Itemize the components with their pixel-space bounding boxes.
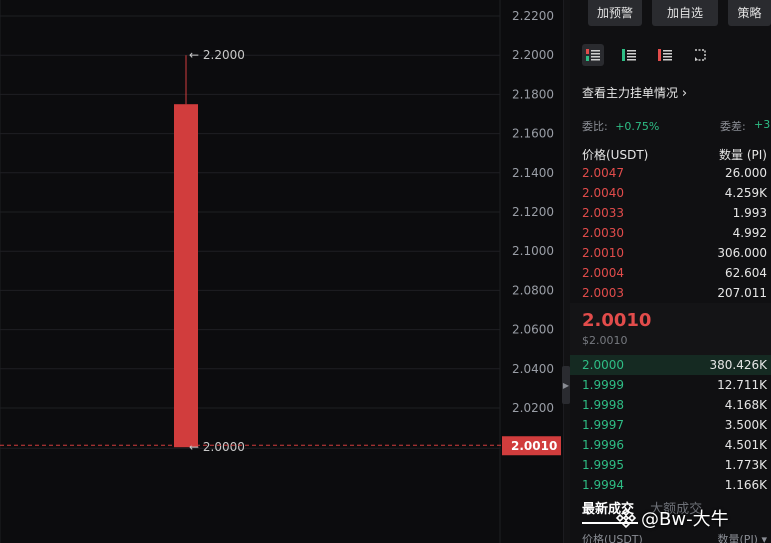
mid-price-usd: $2.0010: [582, 334, 628, 347]
collapse-panel-handle[interactable]: ▶: [562, 366, 570, 404]
high-price-marker: ← 2.2000: [189, 48, 245, 62]
ask-row[interactable]: 2.0040 4.259K: [570, 183, 771, 203]
ask-price: 2.0004: [582, 266, 624, 280]
bid-row[interactable]: 1.9994 1.166K: [570, 475, 771, 495]
low-price-marker: ← 2.0000: [189, 440, 245, 454]
bid-qty: 4.168K: [724, 398, 767, 412]
ask-qty: 4.992: [732, 226, 767, 240]
price-axis-label: 2.0800: [512, 283, 554, 297]
price-axis-label: 2.2000: [512, 48, 554, 62]
orderbook-header: 价格(USDT) 数量 (PI): [582, 146, 767, 163]
ask-price: 2.0040: [582, 186, 624, 200]
watermark: @Bw-大牛: [615, 505, 729, 531]
bid-row[interactable]: 1.9995 1.773K: [570, 455, 771, 475]
price-axis-label: 2.0600: [512, 323, 554, 337]
view-both-icon[interactable]: [582, 44, 604, 66]
bid-price: 1.9996: [582, 438, 624, 452]
panel-separator: [563, 0, 570, 543]
ask-qty: 306.000: [717, 246, 767, 260]
ask-row[interactable]: 2.0047 26.000: [570, 163, 771, 183]
bid-qty: 1.773K: [724, 458, 767, 472]
ask-qty: 4.259K: [724, 186, 767, 200]
chevron-right-icon: ›: [681, 86, 688, 101]
ratio-label: 委比:: [582, 120, 608, 133]
ask-qty: 207.011: [717, 286, 767, 300]
view-bids-icon[interactable]: [618, 44, 640, 66]
chart-canvas[interactable]: 2.2200 2.2000 2.1800 2.1600 2.1400 2.1200 2.10…: [0, 0, 563, 543]
trades-price-header: 价格(USDT): [582, 533, 643, 543]
trades-header: 价格(USDT) 数量(PI) ▾: [582, 531, 767, 543]
ask-price: 2.0003: [582, 286, 624, 300]
candle-body: [174, 104, 198, 448]
price-header: 价格(USDT): [582, 148, 649, 162]
chevron-right-icon: ▶: [562, 380, 570, 390]
view-asks-icon[interactable]: [654, 44, 676, 66]
add-watchlist-button[interactable]: 加自选: [652, 0, 718, 26]
trades-qty-header[interactable]: 数量(PI) ▾: [718, 531, 767, 543]
add-alert-button[interactable]: 加预警: [588, 0, 642, 26]
ask-price: 2.0010: [582, 246, 624, 260]
bid-price: 1.9997: [582, 418, 624, 432]
order-ratio-row: 委比: +0.75% 委差: +3: [582, 118, 771, 134]
ask-price: 2.0047: [582, 166, 624, 180]
strategy-button[interactable]: 策略: [728, 0, 771, 26]
bid-qty: 12.711K: [717, 378, 767, 392]
ask-row[interactable]: 2.0004 62.604: [570, 263, 771, 283]
ask-row[interactable]: 2.0030 4.992: [570, 223, 771, 243]
bid-qty: 4.501K: [724, 438, 767, 452]
bid-row[interactable]: 1.9998 4.168K: [570, 395, 771, 415]
candlestick-chart[interactable]: 2.2200 2.2000 2.1800 2.1600 2.1400 2.1200 2.10…: [0, 0, 563, 543]
ask-price: 2.0030: [582, 226, 624, 240]
bid-price: 1.9998: [582, 398, 624, 412]
price-axis-label: 2.0400: [512, 362, 554, 376]
price-axis-label: 2.0200: [512, 401, 554, 415]
orderbook-view-switcher: [582, 44, 712, 66]
bid-qty: 1.166K: [724, 478, 767, 492]
price-axis-label: 2.2200: [512, 9, 554, 23]
orderbook-panel: 加预警 加自选 策略 查看主力挂单情况 › 委比: +0.75% 委差: +3 …: [570, 0, 771, 543]
bid-price: 1.9995: [582, 458, 624, 472]
mid-price: 2.0010: [582, 310, 652, 331]
quantity-header: 数量 (PI): [719, 148, 767, 162]
main-orders-link[interactable]: 查看主力挂单情况 ›: [582, 84, 687, 101]
price-axis-label: 2.1000: [512, 244, 554, 258]
depth-settings-icon[interactable]: [690, 44, 712, 66]
watermark-text: @Bw-大牛: [641, 509, 729, 530]
ratio-value: +0.75%: [615, 120, 660, 133]
bid-price: 1.9994: [582, 478, 624, 492]
bid-row[interactable]: 2.0000 380.426K: [570, 355, 771, 375]
price-axis-label: 2.1200: [512, 205, 554, 219]
price-axis-label: 2.1600: [512, 127, 554, 141]
bid-row[interactable]: 1.9996 4.501K: [570, 435, 771, 455]
bid-qty: 380.426K: [709, 358, 768, 372]
ask-qty: 26.000: [725, 166, 767, 180]
diff-label: 委差:: [720, 120, 746, 133]
watermark-logo-icon: [615, 507, 637, 529]
bid-price: 1.9999: [582, 378, 624, 392]
main-orders-label: 查看主力挂单情况: [582, 86, 679, 100]
ask-qty: 62.604: [725, 266, 767, 280]
bid-qty: 3.500K: [724, 418, 767, 432]
bid-row[interactable]: 1.9999 12.711K: [570, 375, 771, 395]
price-axis-label: 2.1400: [512, 166, 554, 180]
bid-row[interactable]: 1.9997 3.500K: [570, 415, 771, 435]
price-axis-label: 2.1800: [512, 87, 554, 101]
current-price-tag-text: 2.0010: [511, 439, 557, 453]
ask-row[interactable]: 2.0003 207.011: [570, 283, 771, 303]
ask-row[interactable]: 2.0033 1.993: [570, 203, 771, 223]
bid-price: 2.0000: [582, 358, 624, 372]
diff-value: +3: [754, 118, 771, 131]
ask-row[interactable]: 2.0010 306.000: [570, 243, 771, 263]
ask-price: 2.0033: [582, 206, 624, 220]
ask-qty: 1.993: [732, 206, 767, 220]
